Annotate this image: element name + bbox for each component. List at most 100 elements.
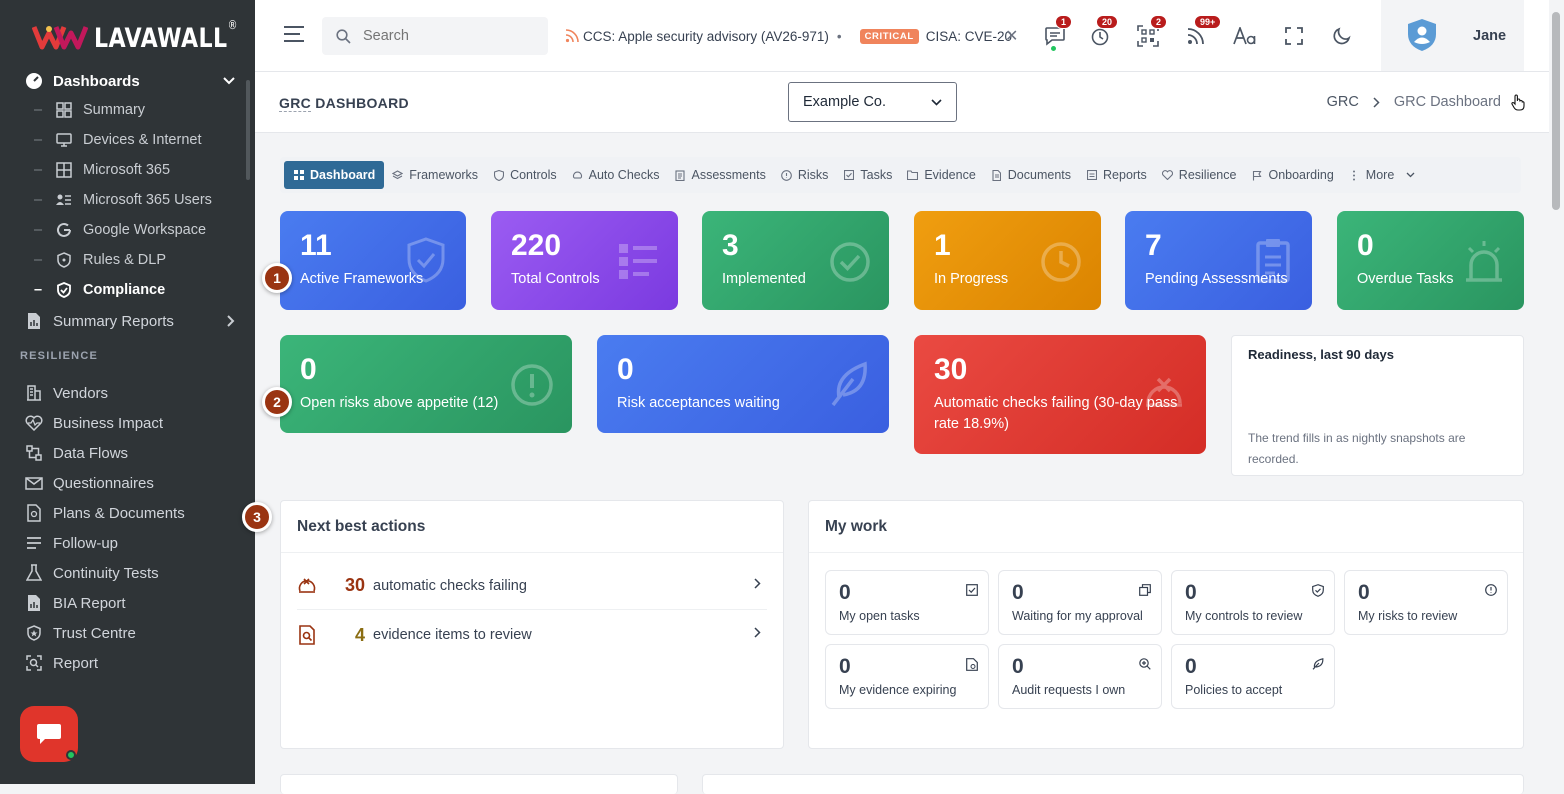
sidebar-item-rules-dlp[interactable]: – Rules & DLP [34, 248, 235, 272]
sidebar: LAVAWALL® Dashboards – Summary – Devices &… [0, 0, 255, 784]
chevron-down-icon [931, 98, 942, 106]
online-status-dot [1050, 45, 1057, 52]
tab-onboarding[interactable]: Onboarding [1244, 161, 1340, 189]
breadcrumb-item[interactable]: GRC [1327, 94, 1359, 110]
sidebar-scrollbar[interactable] [246, 80, 250, 180]
sidebar-item-devices[interactable]: – Devices & Internet [34, 128, 235, 152]
monitor-icon [55, 131, 73, 149]
tab-dashboard[interactable]: Dashboard [284, 161, 385, 189]
sidebar-item-continuity-tests[interactable]: Continuity Tests [24, 560, 235, 586]
stat-card-pending-assessments[interactable]: 7 Pending Assessments [1125, 211, 1312, 310]
work-label: Waiting for my approval [1012, 609, 1143, 623]
sidebar-section-resilience: RESILIENCE [20, 350, 99, 362]
work-tile-risks-review[interactable]: 0 My risks to review [1344, 570, 1508, 635]
font-size-button[interactable] [1231, 22, 1259, 50]
sidebar-item-bia-report[interactable]: BIA Report [24, 590, 235, 616]
readiness-note: The trend fills in as nightly snapshots … [1248, 431, 1466, 466]
sidebar-item-microsoft-365[interactable]: – Microsoft 365 [34, 158, 235, 182]
news-ticker[interactable]: CCS: Apple security advisory (AV26-971) … [565, 22, 1020, 50]
work-tile-controls-review[interactable]: 0 My controls to review [1171, 570, 1335, 635]
stat-value: 0 [1357, 229, 1374, 262]
sidebar-item-plans-documents[interactable]: Plans & Documents [24, 500, 235, 526]
tab-risks[interactable]: Risks [774, 161, 836, 189]
sidebar-item-google-workspace[interactable]: – Google Workspace [34, 218, 235, 242]
messages-button[interactable]: 1 [1041, 15, 1073, 52]
dark-mode-toggle[interactable] [1328, 22, 1356, 50]
documents-icon [991, 169, 1002, 181]
stat-card-total-controls[interactable]: 220 Total Controls [491, 211, 678, 310]
stat-label: Overdue Tasks [1357, 271, 1454, 287]
sidebar-item-trust-centre[interactable]: Trust Centre [24, 620, 235, 646]
scan-button[interactable]: 2 [1134, 15, 1168, 50]
tab-documents[interactable]: Documents [984, 161, 1078, 189]
work-label: Policies to accept [1185, 683, 1283, 697]
sidebar-item-summary-reports[interactable]: Summary Reports [24, 308, 235, 334]
tab-assessments[interactable]: Assessments [667, 161, 772, 189]
action-item-evidence-review[interactable]: 4 evidence items to review [297, 611, 767, 659]
stat-card-risk-acceptances[interactable]: 0 Risk acceptances waiting [597, 335, 889, 433]
sidebar-item-summary[interactable]: – Summary [34, 98, 235, 122]
work-tile-audit-requests[interactable]: 0 Audit requests I own [998, 644, 1162, 709]
tab-frameworks[interactable]: Frameworks [385, 161, 485, 189]
stat-value: 11 [300, 229, 332, 262]
page-scrollbar[interactable] [1549, 0, 1564, 784]
stat-card-implemented[interactable]: 3 Implemented [702, 211, 889, 310]
fullscreen-button[interactable] [1280, 22, 1308, 50]
rss-feed-icon [1187, 28, 1204, 45]
sidebar-item-vendors[interactable]: Vendors [24, 380, 235, 406]
chevron-down-icon [1406, 172, 1415, 178]
work-tile-policies-accept[interactable]: 0 Policies to accept [1171, 644, 1335, 709]
stat-card-risks-above-appetite[interactable]: 0 Open risks above appetite (12) [280, 335, 572, 433]
work-tile-evidence-expiring[interactable]: 0 My evidence expiring [825, 644, 989, 709]
clock-icon [1041, 242, 1081, 282]
alerts-button[interactable]: 20 [1086, 15, 1119, 50]
user-menu[interactable]: Jane [1381, 0, 1524, 71]
stat-card-active-frameworks[interactable]: 11 Active Frameworks [280, 211, 466, 310]
app-logo[interactable]: LAVAWALL® [32, 18, 255, 54]
stat-value: 0 [300, 353, 317, 386]
sidebar-item-follow-up[interactable]: Follow-up [24, 530, 235, 556]
scrollbar-thumb[interactable] [1552, 12, 1560, 210]
tab-tasks[interactable]: Tasks [836, 161, 899, 189]
stat-card-automatic-checks-failing[interactable]: 30 Automatic checks failing (30-day pass… [914, 335, 1206, 454]
chat-button[interactable] [20, 706, 78, 762]
sidebar-item-label: Devices & Internet [83, 132, 202, 148]
action-label: evidence items to review [373, 627, 532, 643]
sidebar-item-data-flows[interactable]: Data Flows [24, 440, 235, 466]
tab-controls[interactable]: Controls [486, 161, 564, 189]
sidebar-item-compliance[interactable]: – Compliance [34, 278, 235, 302]
tab-auto-checks[interactable]: Auto Checks [565, 161, 667, 189]
sidebar-item-dashboards[interactable]: Dashboards [24, 68, 235, 94]
sidebar-item-report[interactable]: Report [24, 650, 235, 676]
stat-card-overdue-tasks[interactable]: 0 Overdue Tasks [1337, 211, 1524, 310]
flask-icon [24, 563, 44, 583]
page-header: GRC DASHBOARD Example Co. GRC GRC Dashbo… [255, 72, 1549, 133]
tab-evidence[interactable]: Evidence [900, 161, 982, 189]
work-tile-waiting-approval[interactable]: 0 Waiting for my approval [998, 570, 1162, 635]
feed-button[interactable]: 99+ [1182, 15, 1222, 50]
ticker-item[interactable]: CCS: Apple security advisory (AV26-971) [583, 29, 829, 44]
menu-toggle-icon[interactable] [283, 25, 305, 43]
sidebar-item-questionnaires[interactable]: Questionnaires [24, 470, 235, 496]
moon-icon [1333, 27, 1351, 45]
work-tile-open-tasks[interactable]: 0 My open tasks [825, 570, 989, 635]
search-input[interactable] [363, 28, 533, 44]
ticker-item[interactable]: CISA: CVE-20 [926, 29, 1012, 44]
company-select[interactable]: Example Co. [788, 82, 957, 122]
tab-reports[interactable]: Reports [1079, 161, 1154, 189]
action-count: 4 [354, 624, 365, 645]
google-icon [55, 221, 73, 239]
gauge-icon [24, 71, 44, 91]
action-item-checks-failing[interactable]: 30 automatic checks failing [297, 562, 767, 610]
user-name: Jane [1473, 28, 1507, 44]
search-box[interactable] [322, 17, 548, 55]
tab-more[interactable]: More [1342, 161, 1422, 189]
stat-label: Implemented [722, 271, 806, 287]
action-label: automatic checks failing [373, 577, 527, 594]
alert-circle-icon [511, 364, 553, 406]
tab-resilience[interactable]: Resilience [1155, 161, 1244, 189]
sidebar-item-business-impact[interactable]: Business Impact [24, 410, 235, 436]
stat-card-in-progress[interactable]: 1 In Progress [914, 211, 1101, 310]
close-icon[interactable]: ✕ [1005, 26, 1018, 46]
sidebar-item-microsoft-365-users[interactable]: – Microsoft 365 Users [34, 188, 235, 212]
